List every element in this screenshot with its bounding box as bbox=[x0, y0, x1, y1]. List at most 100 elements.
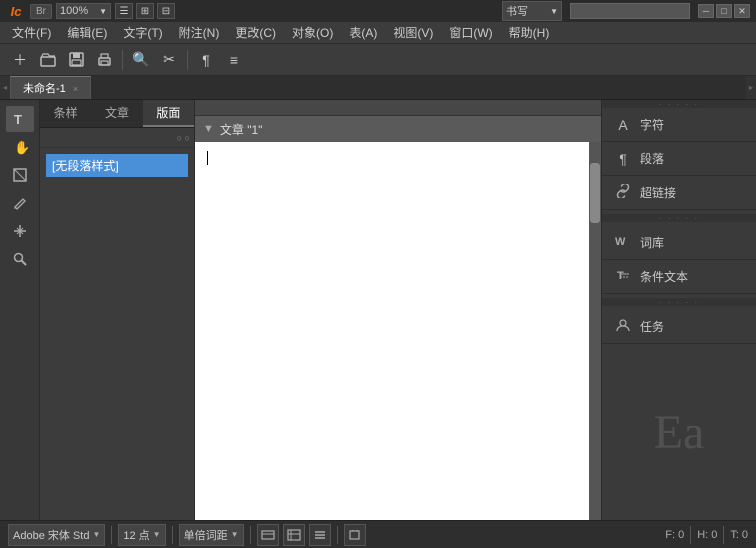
right-panel-grip-2: · · · · · bbox=[602, 214, 756, 222]
chapter-label: 文章 "1" bbox=[220, 121, 263, 138]
search-input[interactable] bbox=[570, 3, 690, 19]
t-label: T: bbox=[730, 529, 739, 541]
tab-spacer bbox=[93, 76, 746, 99]
style-panel-content: [无段落样式] bbox=[40, 148, 194, 520]
menu-edit[interactable]: 编辑(E) bbox=[59, 22, 115, 43]
print-button[interactable] bbox=[92, 48, 116, 72]
hand-tool[interactable]: ✋ bbox=[6, 134, 34, 160]
left-collapse[interactable]: ◂ bbox=[0, 76, 10, 99]
menu-file[interactable]: 文件(F) bbox=[4, 22, 59, 43]
save-button[interactable] bbox=[64, 48, 88, 72]
menu-window[interactable]: 窗口(W) bbox=[441, 22, 500, 43]
document-container bbox=[195, 142, 601, 520]
menu-bar: 文件(F) 编辑(E) 文字(T) 附注(N) 更改(C) 对象(O) 表(A)… bbox=[0, 22, 756, 44]
right-item-character[interactable]: A 字符 bbox=[602, 108, 756, 142]
svg-text:T: T bbox=[617, 270, 624, 282]
paragraph-button[interactable]: ¶ bbox=[194, 48, 218, 72]
toolbar: ＋ 🔍 ✂ ¶ ≡ bbox=[0, 44, 756, 76]
zoom-selector[interactable]: 100% ▼ bbox=[56, 3, 111, 19]
tab-banmian[interactable]: 版面 bbox=[143, 100, 194, 127]
menu-button[interactable]: ≡ bbox=[222, 48, 246, 72]
open-button[interactable] bbox=[36, 48, 60, 72]
view-mode-2[interactable]: ⊞ bbox=[136, 3, 154, 19]
pan-tool[interactable] bbox=[6, 218, 34, 244]
line-spacing-selector[interactable]: 单倍词距 ▼ bbox=[179, 524, 244, 546]
style-panel-tabs: 条样 文章 版面 bbox=[40, 100, 194, 128]
font-family-value: Adobe 宋体 Std bbox=[13, 527, 89, 543]
tab-wenzhang[interactable]: 文章 bbox=[91, 100, 142, 127]
menu-help[interactable]: 帮助(H) bbox=[501, 22, 558, 43]
status-icon-1[interactable] bbox=[257, 524, 279, 546]
right-item-paragraph[interactable]: ¶ 段落 bbox=[602, 142, 756, 176]
maximize-button[interactable]: □ bbox=[716, 4, 732, 18]
ea-preview-area: Ea bbox=[602, 344, 756, 520]
new-button[interactable]: ＋ bbox=[8, 48, 32, 72]
menu-changes[interactable]: 更改(C) bbox=[227, 22, 284, 43]
chapter-collapse-icon[interactable]: ▼ bbox=[203, 123, 214, 135]
menu-notes[interactable]: 附注(N) bbox=[171, 22, 228, 43]
font-family-selector[interactable]: Adobe 宋体 Std ▼ bbox=[8, 524, 105, 546]
font-size-arrow: ▼ bbox=[153, 530, 161, 539]
menu-object[interactable]: 对象(O) bbox=[284, 22, 341, 43]
task-label: 任务 bbox=[640, 318, 664, 335]
font-size-selector[interactable]: 12 点 ▼ bbox=[118, 524, 165, 546]
right-panel-grip: · · · · · bbox=[602, 100, 756, 108]
cut-button[interactable]: ✂ bbox=[157, 48, 181, 72]
hyperlink-icon bbox=[614, 184, 632, 201]
font-family-arrow: ▼ bbox=[92, 530, 100, 539]
app-mode-selector[interactable]: 书写 ▼ bbox=[502, 1, 562, 21]
search-button[interactable]: 🔍 bbox=[129, 48, 153, 72]
title-bar-right: 书写 ▼ ─ □ ✕ bbox=[502, 1, 750, 21]
scrollbar-thumb[interactable] bbox=[590, 163, 600, 223]
document-page[interactable] bbox=[195, 142, 589, 520]
paragraph-icon: ¶ bbox=[614, 151, 632, 167]
task-icon bbox=[614, 318, 632, 335]
conditional-label: 条件文本 bbox=[640, 268, 688, 285]
line-spacing-arrow: ▼ bbox=[231, 530, 239, 539]
tab-tiaoxiang[interactable]: 条样 bbox=[40, 100, 91, 127]
t-field: T: 0 bbox=[730, 529, 748, 541]
tab-title: 未命名-1 bbox=[23, 83, 66, 95]
main-area: T ✋ 条样 文章 版面 ○ ○ [无段落样式] bbox=[0, 100, 756, 520]
toolbar-separator-2 bbox=[187, 50, 188, 70]
ea-text: Ea bbox=[654, 405, 705, 460]
status-icon-4[interactable] bbox=[344, 524, 366, 546]
text-cursor bbox=[207, 151, 208, 165]
grip-dots-2: · · · · · bbox=[659, 214, 699, 223]
hyperlink-label: 超链接 bbox=[640, 184, 676, 201]
menu-text[interactable]: 文字(T) bbox=[115, 22, 170, 43]
minimize-button[interactable]: ─ bbox=[698, 4, 714, 18]
status-sep-5 bbox=[690, 526, 691, 544]
character-icon: A bbox=[614, 117, 632, 133]
text-tool[interactable]: T bbox=[6, 106, 34, 132]
editor-area: ▼ 文章 "1" bbox=[195, 100, 601, 520]
scrollbar-vertical[interactable] bbox=[589, 142, 601, 520]
status-icon-2[interactable] bbox=[283, 524, 305, 546]
right-collapse[interactable]: ▸ bbox=[746, 76, 756, 99]
status-icon-3[interactable] bbox=[309, 524, 331, 546]
grip-dots-3: · · · · · bbox=[659, 298, 699, 307]
document-tab[interactable]: 未命名-1 × bbox=[10, 76, 91, 99]
tab-close-icon[interactable]: × bbox=[73, 84, 78, 94]
document-content[interactable] bbox=[195, 142, 589, 173]
bridge-button[interactable]: Br bbox=[30, 4, 52, 19]
style-item-no-paragraph[interactable]: [无段落样式] bbox=[46, 154, 188, 177]
menu-view[interactable]: 视图(V) bbox=[385, 22, 441, 43]
right-item-hyperlink[interactable]: 超链接 bbox=[602, 176, 756, 210]
view-mode-icons: ☰ ⊞ ⊟ bbox=[115, 3, 175, 19]
zoom-tool[interactable] bbox=[6, 246, 34, 272]
status-sep-4 bbox=[337, 526, 338, 544]
right-item-conditional[interactable]: T 条件文本 bbox=[602, 260, 756, 294]
close-button[interactable]: ✕ bbox=[734, 4, 750, 18]
view-mode-1[interactable]: ☰ bbox=[115, 3, 133, 19]
wordbank-label: 词库 bbox=[640, 234, 664, 251]
frame-tool[interactable] bbox=[6, 162, 34, 188]
menu-table[interactable]: 表(A) bbox=[341, 22, 385, 43]
pencil-tool[interactable] bbox=[6, 190, 34, 216]
right-item-task[interactable]: 任务 bbox=[602, 310, 756, 344]
window-controls: ─ □ ✕ bbox=[698, 4, 750, 18]
status-sep-1 bbox=[111, 526, 112, 544]
ruler-horizontal bbox=[195, 100, 601, 116]
right-item-wordbank[interactable]: W 词库 bbox=[602, 226, 756, 260]
view-mode-3[interactable]: ⊟ bbox=[157, 3, 175, 19]
